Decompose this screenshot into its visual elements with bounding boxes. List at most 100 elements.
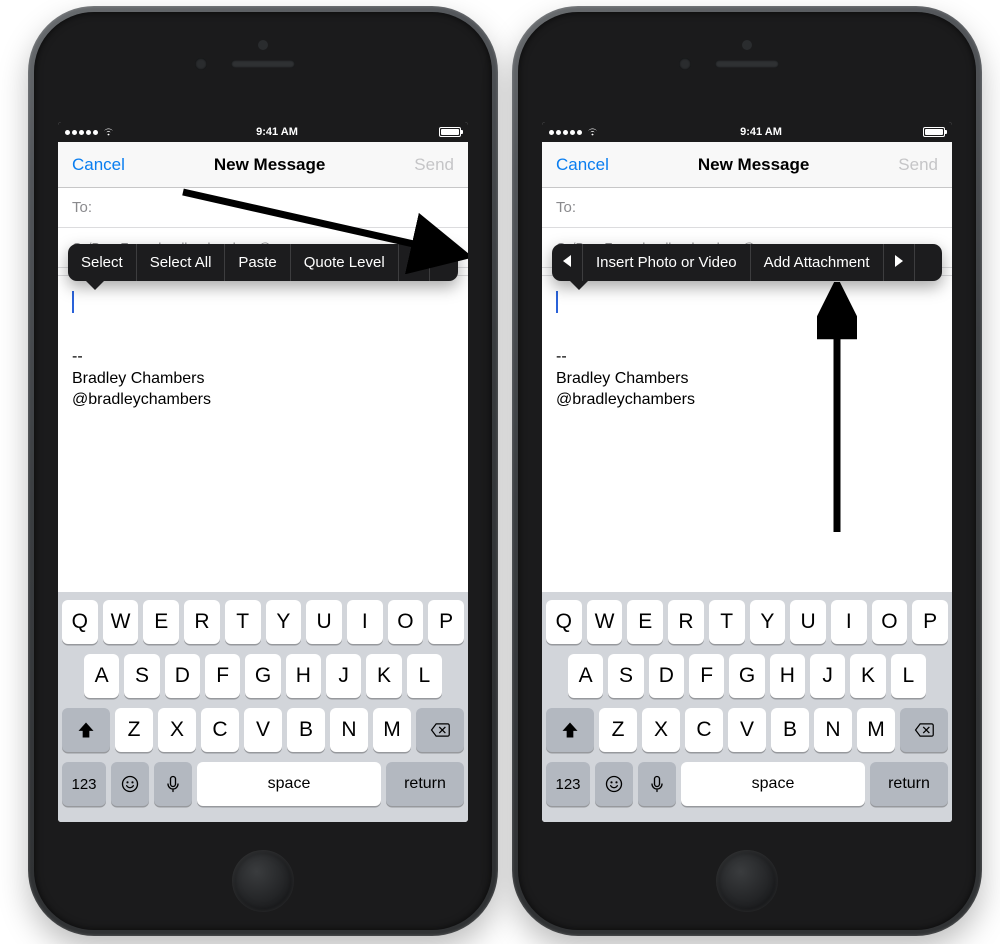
letter-key[interactable]: G <box>245 654 280 698</box>
callout-tail <box>86 281 104 290</box>
letter-key[interactable]: B <box>771 708 809 752</box>
letter-key[interactable]: N <box>814 708 852 752</box>
letter-key[interactable]: Y <box>750 600 786 644</box>
letter-key[interactable]: M <box>857 708 895 752</box>
shift-key[interactable] <box>62 708 110 752</box>
letter-key[interactable]: T <box>709 600 745 644</box>
letter-key[interactable]: W <box>103 600 139 644</box>
letter-key[interactable]: O <box>872 600 908 644</box>
letter-key[interactable]: K <box>850 654 885 698</box>
letter-key[interactable]: E <box>627 600 663 644</box>
letter-key[interactable]: X <box>158 708 196 752</box>
keyboard: QWERTYUIOP ASDFGHJKL ZXCVBNM 123 spaceret… <box>542 592 952 822</box>
letter-key[interactable]: I <box>347 600 383 644</box>
numbers-key[interactable]: 123 <box>62 762 106 806</box>
letter-key[interactable]: V <box>728 708 766 752</box>
letter-key[interactable]: D <box>165 654 200 698</box>
message-body[interactable]: -- Bradley Chambers @bradleychambers <box>542 276 952 576</box>
space-key[interactable]: space <box>681 762 865 806</box>
letter-key[interactable]: Z <box>115 708 153 752</box>
menu-insert-photo-video[interactable]: Insert Photo or Video <box>583 244 751 281</box>
menu-quote-level[interactable]: Quote Level <box>291 244 399 281</box>
menu-select-all[interactable]: Select All <box>137 244 226 281</box>
menu-paste[interactable]: Paste <box>225 244 290 281</box>
chevron-right-icon <box>409 254 419 271</box>
letter-key[interactable]: Z <box>599 708 637 752</box>
message-body[interactable]: -- Bradley Chambers @bradleychambers <box>58 276 468 576</box>
letter-key[interactable]: E <box>143 600 179 644</box>
dictation-key[interactable] <box>638 762 676 806</box>
letter-key[interactable]: Q <box>62 600 98 644</box>
menu-next-page-button[interactable] <box>399 244 430 281</box>
letter-key[interactable]: A <box>568 654 603 698</box>
letter-key[interactable]: H <box>286 654 321 698</box>
callout-tail <box>570 281 588 290</box>
dictation-key[interactable] <box>154 762 192 806</box>
to-field[interactable]: To: <box>542 188 952 228</box>
menu-next-page-button[interactable] <box>884 244 915 281</box>
letter-key[interactable]: P <box>428 600 464 644</box>
letter-key[interactable]: T <box>225 600 261 644</box>
letter-key[interactable]: Q <box>546 600 582 644</box>
numbers-key[interactable]: 123 <box>546 762 590 806</box>
text-cursor <box>556 291 558 313</box>
letter-key[interactable]: H <box>770 654 805 698</box>
letter-key[interactable]: U <box>790 600 826 644</box>
menu-prev-page-button[interactable] <box>552 244 583 281</box>
return-key[interactable]: return <box>870 762 948 806</box>
letter-key[interactable]: R <box>668 600 704 644</box>
letter-key[interactable]: C <box>201 708 239 752</box>
letter-key[interactable]: F <box>205 654 240 698</box>
letter-key[interactable]: S <box>124 654 159 698</box>
cancel-button[interactable]: Cancel <box>72 155 125 175</box>
front-camera <box>679 58 691 70</box>
letter-key[interactable]: M <box>373 708 411 752</box>
keyboard: QWERTYUIOP ASDFGHJKL ZXCVBNM 123 spaceret… <box>58 592 468 822</box>
letter-key[interactable]: N <box>330 708 368 752</box>
letter-key[interactable]: C <box>685 708 723 752</box>
status-bar: 9:41 AM <box>542 122 952 142</box>
letter-key[interactable]: X <box>642 708 680 752</box>
space-key[interactable]: space <box>197 762 381 806</box>
return-key[interactable]: return <box>386 762 464 806</box>
battery-icon <box>923 127 945 137</box>
letter-key[interactable]: K <box>366 654 401 698</box>
letter-key[interactable]: P <box>912 600 948 644</box>
letter-key[interactable]: Y <box>266 600 302 644</box>
emoji-key[interactable] <box>595 762 633 806</box>
wifi-icon <box>586 126 599 139</box>
letter-key[interactable]: U <box>306 600 342 644</box>
letter-key[interactable]: A <box>84 654 119 698</box>
send-button[interactable]: Send <box>414 155 454 175</box>
home-button[interactable] <box>716 850 778 912</box>
earpiece-speaker <box>715 60 779 68</box>
letter-key[interactable]: D <box>649 654 684 698</box>
letter-key[interactable]: W <box>587 600 623 644</box>
letter-key[interactable]: V <box>244 708 282 752</box>
letter-key[interactable]: O <box>388 600 424 644</box>
letter-key[interactable]: F <box>689 654 724 698</box>
letter-key[interactable]: R <box>184 600 220 644</box>
backspace-key[interactable] <box>900 708 948 752</box>
cancel-button[interactable]: Cancel <box>556 155 609 175</box>
letter-key[interactable]: L <box>891 654 926 698</box>
letter-key[interactable]: I <box>831 600 867 644</box>
status-time: 9:41 AM <box>740 126 782 138</box>
home-button[interactable] <box>232 850 294 912</box>
shift-key[interactable] <box>546 708 594 752</box>
letter-key[interactable]: B <box>287 708 325 752</box>
letter-key[interactable]: G <box>729 654 764 698</box>
menu-add-attachment[interactable]: Add Attachment <box>751 244 884 281</box>
send-button[interactable]: Send <box>898 155 938 175</box>
letter-key[interactable]: L <box>407 654 442 698</box>
menu-select[interactable]: Select <box>68 244 137 281</box>
backspace-key[interactable] <box>416 708 464 752</box>
letter-key[interactable]: J <box>810 654 845 698</box>
letter-key[interactable]: S <box>608 654 643 698</box>
letter-key[interactable]: J <box>326 654 361 698</box>
emoji-key[interactable] <box>111 762 149 806</box>
text-cursor <box>72 291 74 313</box>
to-field[interactable]: To: <box>58 188 468 228</box>
signature-sep: -- <box>556 346 938 368</box>
proximity-sensor <box>258 40 268 50</box>
